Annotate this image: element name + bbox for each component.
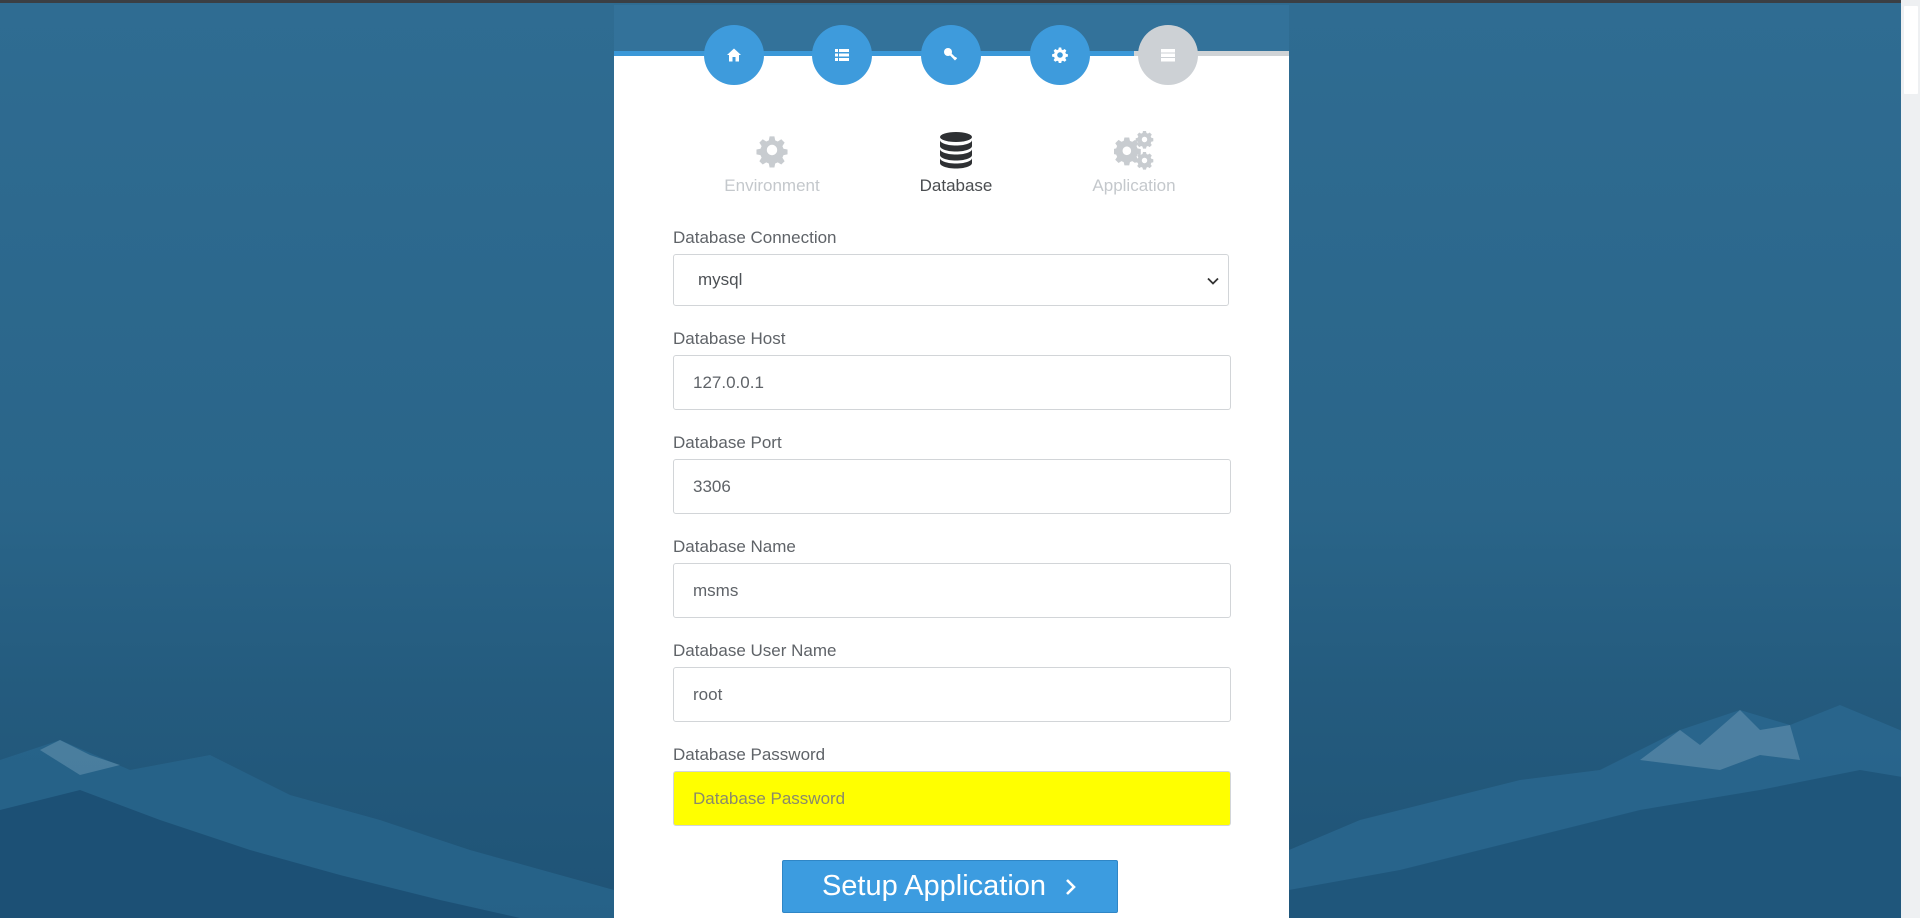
step-home[interactable] [704,25,764,85]
tab-environment[interactable]: Environment [692,130,852,196]
gear-icon [1052,47,1068,63]
tab-application-label: Application [1092,176,1176,195]
port-label: Database Port [673,433,782,452]
tab-application[interactable]: Application [1054,130,1214,196]
connection-select[interactable]: mysql [673,254,1229,306]
page-scrollbar[interactable] [1901,0,1920,918]
connection-selected-value: mysql [698,270,743,289]
scrollbar-thumb[interactable] [1904,6,1918,94]
setup-application-label: Setup Application [821,870,1047,902]
password-input[interactable] [673,771,1231,826]
database-icon [940,132,972,169]
chevron-down-icon [1207,277,1219,285]
step-permissions[interactable] [921,25,981,85]
server-icon [1161,49,1175,62]
tab-database[interactable]: Database [876,130,1036,196]
gear-icon [756,136,788,168]
step-final [1138,25,1198,85]
gears-icon [1114,131,1154,170]
chevron-right-icon [1066,878,1076,895]
installer-tabs: Environment Database Application [614,130,1289,210]
username-label: Database User Name [673,641,837,660]
host-input[interactable] [673,355,1231,410]
password-label: Database Password [673,745,826,764]
list-icon [835,49,849,61]
setup-application-button[interactable]: Setup Application [782,860,1118,913]
username-input[interactable] [673,667,1231,722]
db-name-input[interactable] [673,563,1231,618]
browser-top-bar [0,0,1920,3]
connection-label: Database Connection [673,228,837,247]
db-name-label: Database Name [673,537,796,556]
port-input[interactable] [673,459,1231,514]
step-requirements[interactable] [812,25,872,85]
tab-database-label: Database [919,176,993,195]
installer-card: Environment Database Application Databas… [614,5,1289,918]
step-settings[interactable] [1030,25,1090,85]
key-icon [944,48,958,61]
tab-environment-label: Environment [724,176,820,195]
home-icon [727,48,741,62]
host-label: Database Host [673,329,786,348]
